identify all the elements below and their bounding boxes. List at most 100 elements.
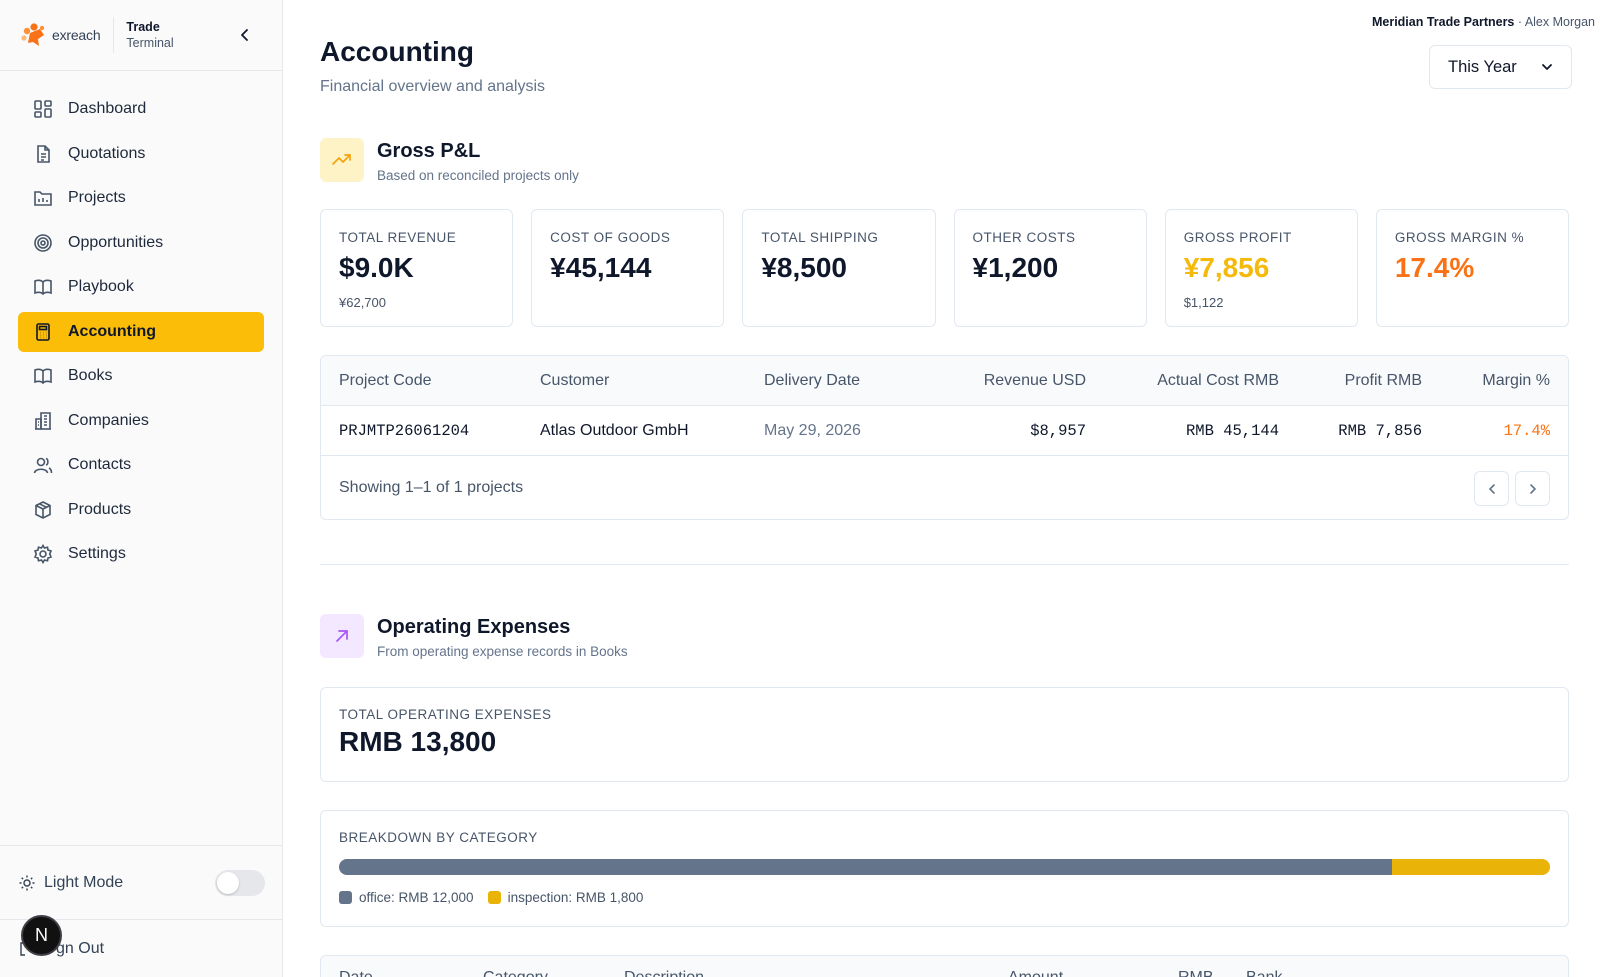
- kpi-label: OTHER COSTS: [972, 230, 1076, 245]
- collapse-sidebar-button[interactable]: [234, 24, 256, 46]
- column-header[interactable]: Delivery Date: [764, 356, 860, 406]
- kpi-label: GROSS PROFIT: [1183, 230, 1292, 245]
- legend-label: office: RMB 12,000: [359, 890, 474, 905]
- sidebar-item-opportunities[interactable]: Opportunities: [18, 223, 264, 263]
- theme-toggle[interactable]: [215, 869, 265, 896]
- sign-out-button[interactable]: gn Out N: [0, 915, 283, 977]
- column-header[interactable]: Profit RMB: [1345, 356, 1422, 406]
- profit-rmb: RMB 7,856: [1338, 422, 1422, 440]
- gross-pl-header: Gross P&L Based on reconciled projects o…: [320, 138, 579, 183]
- calculator-icon: [32, 321, 54, 343]
- sidebar-item-dashboard[interactable]: Dashboard: [18, 89, 264, 129]
- sidebar-footer: Light Mode gn Out N: [0, 845, 283, 977]
- actual-cost-rmb: RMB 45,144: [1185, 422, 1279, 440]
- sidebar-item-label: Companies: [68, 411, 149, 429]
- pagination-summary: Showing 1–1 of 1 projects: [339, 479, 524, 496]
- dashboard-icon: [32, 98, 54, 120]
- kpi-label: GROSS MARGIN %: [1394, 230, 1525, 245]
- opex-header: Operating Expenses From operating expens…: [320, 614, 628, 659]
- sidebar-item-label: Products: [68, 500, 132, 518]
- sidebar-item-projects[interactable]: Projects: [18, 178, 264, 218]
- breakdown-label: BREAKDOWN BY CATEGORY: [339, 830, 538, 845]
- sidebar-item-books[interactable]: Books: [18, 356, 264, 396]
- kpi-sub: $1,122: [1183, 295, 1224, 310]
- breakdown-segment-inspection: [1392, 859, 1550, 875]
- opex-total-card: TOTAL OPERATING EXPENSES RMB 13,800: [320, 687, 1569, 782]
- column-header[interactable]: Project Code: [339, 356, 432, 406]
- sidebar-item-settings[interactable]: Settings: [18, 534, 264, 574]
- sidebar-item-companies[interactable]: Companies: [18, 401, 264, 441]
- column-header[interactable]: Category: [483, 958, 548, 977]
- kpi-total-shipping: TOTAL SHIPPING ¥8,500: [742, 209, 936, 327]
- toggle-knob: [217, 871, 239, 894]
- sidebar-item-label: Books: [68, 367, 113, 384]
- product-line2: Terminal: [126, 36, 174, 50]
- legend-swatch: [487, 891, 501, 904]
- section-divider: [320, 564, 1569, 565]
- next-page-button[interactable]: [1515, 471, 1550, 506]
- kpi-label: COST OF GOODS: [550, 230, 671, 245]
- sidebar-item-label: Contacts: [68, 456, 132, 473]
- column-header[interactable]: Date: [339, 958, 373, 977]
- chevron-left-icon: [241, 29, 248, 41]
- building-icon: [32, 410, 54, 432]
- book-icon: [32, 365, 54, 387]
- separator: ·: [1514, 15, 1525, 29]
- delivery-date: May 29, 2026: [764, 422, 861, 439]
- gear-icon: [32, 543, 54, 565]
- kpi-value: ¥45,144: [550, 252, 652, 283]
- gross-pl-title: Gross P&L: [377, 140, 481, 162]
- sidebar-item-label: Projects: [68, 189, 126, 206]
- users-icon: [32, 454, 54, 476]
- sidebar-item-label: Quotations: [68, 144, 146, 162]
- period-select[interactable]: This Year: [1429, 45, 1572, 89]
- chevron-right-icon: [1529, 483, 1536, 494]
- expenses-table: Date Category Description Amount RMB Ban…: [320, 955, 1569, 977]
- document-icon: [32, 143, 54, 165]
- kpi-sub: ¥62,700: [339, 295, 386, 310]
- org-user-line: Meridian Trade Partners · Alex Morgan: [1372, 15, 1595, 29]
- kpi-value: ¥8,500: [761, 252, 847, 283]
- column-header[interactable]: Description: [624, 958, 704, 977]
- product-name: Trade Terminal: [126, 19, 173, 51]
- page-title: Accounting: [320, 36, 474, 67]
- sidebar-item-contacts[interactable]: Contacts: [18, 445, 264, 485]
- column-header[interactable]: Amount: [1008, 958, 1063, 977]
- column-header[interactable]: Actual Cost RMB: [1157, 356, 1279, 406]
- sidebar-item-quotations[interactable]: Quotations: [18, 134, 264, 174]
- book-open-icon: [32, 276, 54, 298]
- column-header[interactable]: RMB: [1178, 958, 1214, 977]
- user-name[interactable]: Alex Morgan: [1525, 15, 1595, 29]
- table-footer: Showing 1–1 of 1 projects: [321, 456, 1568, 519]
- brand-header: exreach Trade Terminal: [0, 0, 282, 71]
- sidebar-item-label: Playbook: [68, 278, 134, 295]
- avatar[interactable]: N: [21, 915, 62, 956]
- opex-total-label: TOTAL OPERATING EXPENSES: [339, 707, 552, 722]
- legend-label: inspection: RMB 1,800: [507, 890, 644, 905]
- legend-item-office: office: RMB 12,000: [339, 890, 474, 905]
- customer: Atlas Outdoor GmbH: [540, 422, 689, 439]
- main-content: Meridian Trade Partners · Alex Morgan Ac…: [284, 0, 1600, 977]
- column-header[interactable]: Margin %: [1482, 356, 1550, 406]
- opex-title: Operating Expenses: [377, 616, 571, 638]
- prev-page-button[interactable]: [1474, 471, 1509, 506]
- column-header[interactable]: Customer: [540, 356, 609, 406]
- kpi-label: TOTAL SHIPPING: [761, 230, 879, 245]
- kpi-other-costs: OTHER COSTS ¥1,200: [953, 209, 1147, 327]
- org-name: Meridian Trade Partners: [1371, 15, 1515, 29]
- sidebar-item-accounting[interactable]: Accounting: [18, 311, 264, 352]
- opex-desc: From operating expense records in Books: [377, 644, 628, 659]
- project-code[interactable]: PRJMTP26061204: [339, 406, 469, 456]
- gross-pl-desc: Based on reconciled projects only: [377, 168, 579, 183]
- table-header: Project Code Customer Delivery Date Reve…: [321, 356, 1568, 406]
- column-header[interactable]: Revenue USD: [984, 356, 1086, 406]
- kpi-value: ¥1,200: [972, 252, 1059, 283]
- sidebar-item-playbook[interactable]: Playbook: [18, 267, 264, 307]
- column-header[interactable]: Bank: [1246, 958, 1282, 977]
- sidebar-nav: Dashboard Quotations Projects Opportunit…: [0, 71, 282, 574]
- sidebar-item-products[interactable]: Products: [18, 490, 264, 530]
- light-mode-row: Light Mode: [0, 845, 283, 919]
- table-row[interactable]: PRJMTP26061204 Atlas Outdoor GmbH May 29…: [321, 406, 1568, 456]
- logo-text: exreach: [52, 27, 101, 43]
- kpi-row: TOTAL REVENUE $9.0K ¥62,700 COST OF GOOD…: [320, 209, 1570, 327]
